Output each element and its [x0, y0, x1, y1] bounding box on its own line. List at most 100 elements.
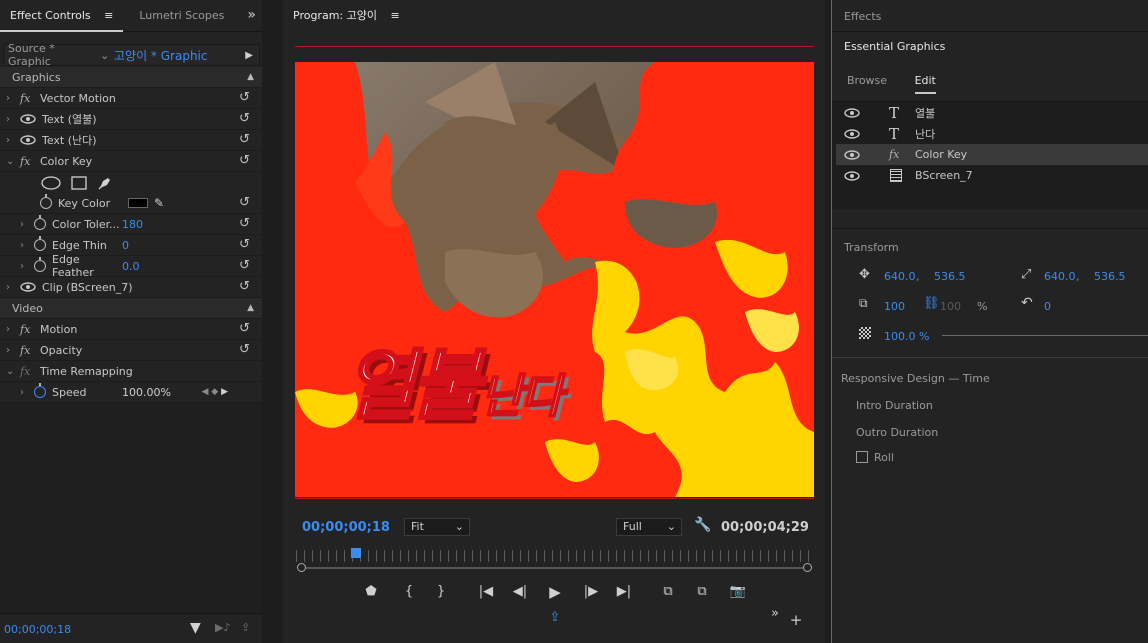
property-value[interactable]: 180	[122, 218, 143, 231]
timecode-display[interactable]: 00;00;00;18	[4, 623, 71, 636]
eye-icon[interactable]	[20, 282, 36, 292]
step-back-icon[interactable]: ◀|	[510, 584, 530, 599]
opacity-field[interactable]: 100.0 %	[884, 330, 929, 343]
eye-icon[interactable]	[844, 170, 860, 181]
position-y-field[interactable]: 536.5	[934, 270, 966, 283]
position-x-field[interactable]: 640.0	[884, 270, 916, 283]
reset-icon[interactable]: ↺	[239, 90, 253, 105]
reset-icon[interactable]: ↺	[239, 321, 253, 336]
eye-icon[interactable]	[20, 114, 36, 124]
resolution-dropdown[interactable]: Full ⌄	[616, 518, 682, 536]
chevron-right-icon[interactable]: ›	[6, 93, 16, 104]
playhead-timecode[interactable]: 00;00;00;18	[302, 520, 390, 535]
tab-menu-icon[interactable]: ≡	[390, 9, 399, 22]
reset-icon[interactable]: ↺	[239, 132, 253, 147]
tab-edit[interactable]: Edit	[914, 74, 936, 94]
collapse-up-icon[interactable]: ▲	[247, 72, 254, 82]
anchor-y-field[interactable]: 536.5	[1094, 270, 1126, 283]
fx-icon[interactable]: fx	[20, 92, 40, 105]
overflow-icon[interactable]: »	[765, 606, 785, 621]
pen-mask-icon[interactable]	[97, 175, 113, 191]
fx-icon[interactable]: fx	[20, 323, 40, 336]
tab-effects[interactable]: Effects	[844, 10, 881, 23]
play-icon[interactable]: ▶	[545, 583, 565, 601]
playhead-marker[interactable]	[351, 548, 361, 558]
layer-row[interactable]: T 난다	[836, 123, 1148, 144]
ellipse-mask-icon[interactable]	[41, 175, 61, 190]
opacity-slider[interactable]	[942, 335, 1148, 336]
section-graphics[interactable]: Graphics ▲	[0, 67, 262, 88]
reset-icon[interactable]: ↺	[239, 195, 253, 210]
stopwatch-icon[interactable]	[34, 383, 46, 398]
effect-row-text-2[interactable]: › Text (난다) ↺	[0, 130, 262, 151]
chevron-right-icon[interactable]: ›	[20, 387, 30, 398]
tab-browse[interactable]: Browse	[847, 74, 887, 87]
roll-checkbox[interactable]	[856, 451, 868, 463]
fx-icon[interactable]: fx	[20, 155, 40, 168]
eye-icon[interactable]	[844, 107, 860, 118]
zoom-dropdown[interactable]: Fit ⌄	[404, 518, 470, 536]
panel-overflow-icon[interactable]: »	[247, 7, 256, 23]
step-forward-icon[interactable]: |▶	[581, 584, 601, 599]
keyframe-nav[interactable]: ◀ ◆ ▶	[202, 387, 229, 397]
chevron-down-icon[interactable]: ⌄	[100, 49, 114, 62]
reset-icon[interactable]: ↺	[239, 216, 253, 231]
section-video[interactable]: Video ▲	[0, 298, 262, 319]
effect-row-clip[interactable]: › Clip (BScreen_7) ↺	[0, 277, 262, 298]
reset-icon[interactable]: ↺	[239, 342, 253, 357]
property-value[interactable]: 100.00%	[122, 386, 171, 399]
tab-program[interactable]: Program: 고양이 ≡	[283, 0, 410, 32]
anchor-x-field[interactable]: 640.0	[1044, 270, 1076, 283]
reset-icon[interactable]: ↺	[239, 153, 253, 168]
reset-icon[interactable]: ↺	[239, 258, 253, 273]
chevron-right-icon[interactable]: ›	[20, 240, 30, 251]
link-icon[interactable]: ⛓	[923, 296, 940, 311]
add-button-icon[interactable]: +	[786, 611, 806, 629]
mark-in-icon[interactable]: {	[399, 584, 419, 599]
video-frame[interactable]: 열불 난다	[295, 62, 814, 497]
reset-icon[interactable]: ↺	[239, 111, 253, 126]
tab-menu-icon[interactable]: ≡	[104, 9, 113, 22]
layer-row[interactable]: T 열불	[836, 102, 1148, 123]
scroll-handle-right[interactable]	[803, 563, 812, 572]
tab-effect-controls[interactable]: Effect Controls ≡	[0, 0, 124, 32]
effect-row-vector-motion[interactable]: › fx Vector Motion ↺	[0, 88, 262, 109]
rotation-field[interactable]: 0	[1044, 300, 1051, 313]
effect-row-color-key[interactable]: ⌄ fx Color Key ↺	[0, 151, 262, 172]
reset-icon[interactable]: ↺	[239, 279, 253, 294]
eyedropper-icon[interactable]: ✎	[154, 196, 164, 210]
collapse-up-icon[interactable]: ▲	[247, 303, 254, 313]
source-selector[interactable]: Source * Graphic ⌄ 고양이 * Graphic ▶	[3, 42, 260, 68]
chevron-right-icon[interactable]: ›	[20, 219, 30, 230]
chevron-right-icon[interactable]: ›	[6, 345, 16, 356]
tab-lumetri-scopes[interactable]: Lumetri Scopes	[129, 0, 234, 32]
rectangle-mask-icon[interactable]	[71, 175, 87, 190]
lift-icon[interactable]: ⧉	[658, 584, 678, 599]
go-to-out-icon[interactable]: ▶|	[614, 584, 634, 599]
stopwatch-icon[interactable]	[34, 215, 46, 230]
marker-icon[interactable]: ⬟	[361, 584, 381, 599]
camera-icon[interactable]: 📷	[728, 584, 748, 599]
eye-icon[interactable]	[844, 149, 860, 160]
chevron-right-icon[interactable]: ›	[6, 135, 16, 146]
scale-field[interactable]: 100	[884, 300, 905, 313]
property-value[interactable]: 0	[122, 239, 129, 252]
eye-icon[interactable]	[20, 135, 36, 145]
effect-row-text-1[interactable]: › Text (열불) ↺	[0, 109, 262, 130]
effect-row-time-remapping[interactable]: ⌄ fx Time Remapping	[0, 361, 262, 382]
chevron-right-icon[interactable]: ›	[6, 282, 16, 293]
layer-row[interactable]: BScreen_7	[836, 165, 1148, 186]
effect-row-opacity[interactable]: › fx Opacity ↺	[0, 340, 262, 361]
color-swatch[interactable]	[128, 198, 148, 208]
reset-icon[interactable]: ↺	[239, 237, 253, 252]
stopwatch-icon[interactable]	[34, 236, 46, 251]
source-label[interactable]: Source * Graphic	[4, 42, 100, 68]
chevron-right-icon[interactable]: ›	[20, 261, 30, 272]
export-icon[interactable]: ⇪	[241, 621, 250, 634]
export-frame-icon[interactable]: ⇪	[545, 610, 565, 625]
chevron-right-icon[interactable]: ›	[6, 324, 16, 335]
extract-icon[interactable]: ⧉	[692, 584, 712, 599]
play-triangle-icon[interactable]: ▶	[245, 50, 253, 61]
go-to-in-icon[interactable]: |◀	[476, 584, 496, 599]
fx-icon[interactable]: fx	[20, 365, 40, 378]
